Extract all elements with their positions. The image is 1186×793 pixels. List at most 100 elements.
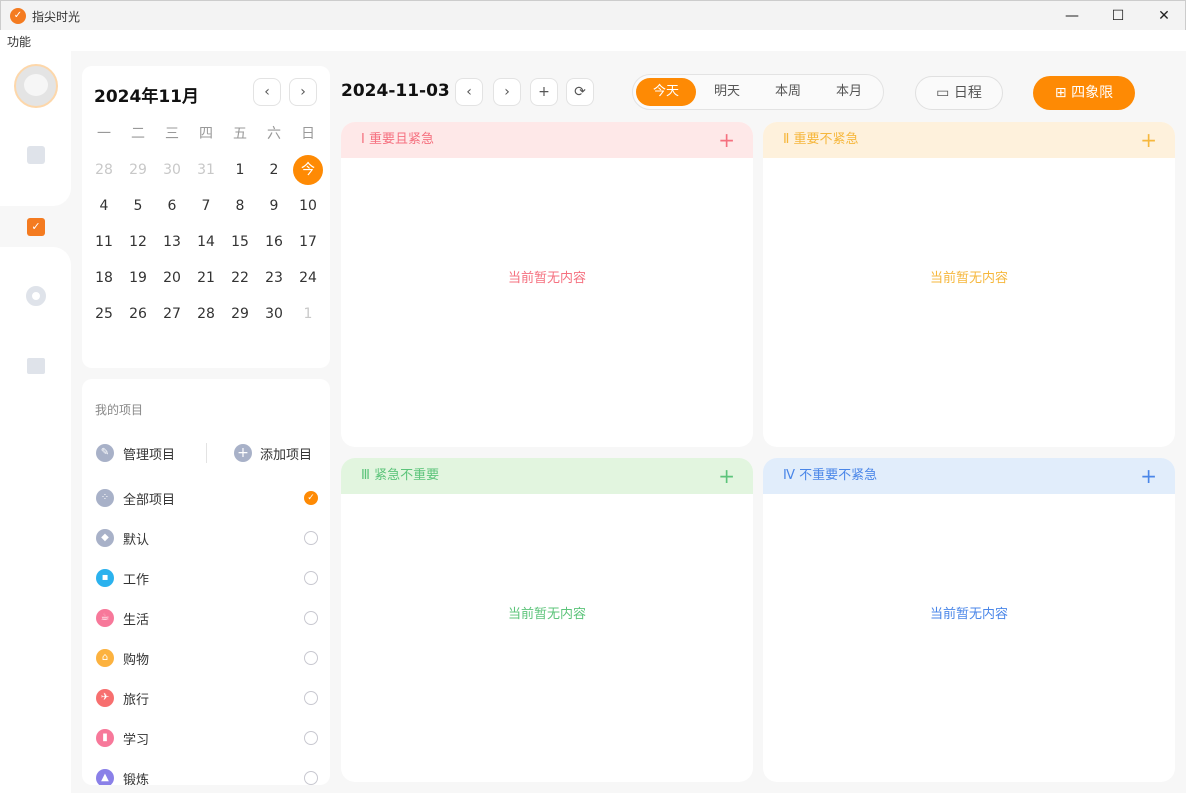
calendar-day[interactable]: 9 (259, 191, 289, 221)
calendar-day[interactable]: 12 (123, 227, 153, 257)
calendar-day[interactable]: 15 (225, 227, 255, 257)
project-icon: ▲ (96, 769, 114, 785)
projects-heading: 我的项目 (95, 403, 144, 417)
nav-bottom-panel (0, 247, 71, 793)
calendar-day[interactable]: 27 (157, 299, 187, 329)
calendar-next-button[interactable]: › (289, 78, 317, 106)
calendar-day[interactable]: 23 (259, 263, 289, 293)
quadrant-panel: Ⅲ 紧急不重要 + 当前暂无内容 (341, 458, 753, 782)
calendar-day[interactable]: 24 (293, 263, 323, 293)
quadrant-panel: Ⅳ 不重要不紧急 + 当前暂无内容 (763, 458, 1175, 782)
empty-message: 当前暂无内容 (929, 271, 1008, 286)
project-radio[interactable] (304, 571, 318, 585)
calendar-day[interactable]: 20 (157, 263, 187, 293)
quadrant-header: Ⅱ 重要不紧急 + (763, 122, 1175, 158)
calendar-day[interactable]: 26 (123, 299, 153, 329)
calendar-prev-button[interactable]: ‹ (253, 78, 281, 106)
calendar-day[interactable]: 17 (293, 227, 323, 257)
project-item[interactable]: ▪ 工作 (96, 566, 318, 590)
project-label: 默认 (123, 533, 150, 548)
range-tab[interactable]: 今天 (636, 78, 696, 106)
project-radio[interactable] (304, 651, 318, 665)
quadrant-title: Ⅳ 不重要不紧急 (783, 468, 878, 483)
add-task-plus-icon[interactable]: + (1140, 122, 1157, 158)
minimize-button[interactable]: — (1049, 1, 1095, 31)
project-radio[interactable] (304, 531, 318, 545)
weekday-label: 四 (199, 126, 213, 142)
calendar-day[interactable]: 22 (225, 263, 255, 293)
layout-icon[interactable] (27, 146, 45, 164)
calendar-day[interactable]: 16 (259, 227, 289, 257)
calendar-day[interactable]: 10 (293, 191, 323, 221)
weekday-label: 日 (301, 126, 315, 142)
current-date: 2024-11-03 (341, 81, 450, 101)
calendar-day[interactable]: 28 (191, 299, 221, 329)
calendar-day[interactable]: 4 (89, 191, 119, 221)
calendar-day[interactable]: 1 (225, 155, 255, 185)
calendar-day[interactable]: 30 (259, 299, 289, 329)
project-item[interactable]: ◆ 默认 (96, 526, 318, 550)
range-tab[interactable]: 本周 (758, 78, 818, 106)
calendar-day[interactable]: 8 (225, 191, 255, 221)
todo-check-icon[interactable]: ✓ (27, 218, 45, 236)
range-tab[interactable]: 本月 (819, 78, 879, 106)
project-item[interactable]: ✈ 旅行 (96, 686, 318, 710)
calendar-day[interactable]: 21 (191, 263, 221, 293)
calendar-day[interactable]: 今 (293, 155, 323, 185)
quadrant-panel: Ⅱ 重要不紧急 + 当前暂无内容 (763, 122, 1175, 447)
add-task-plus-icon[interactable]: + (718, 458, 735, 494)
project-icon: ⌂ (96, 649, 114, 667)
quadrant-header: Ⅰ 重要且紧急 + (341, 122, 753, 158)
maximize-button[interactable]: ☐ (1095, 1, 1141, 31)
add-task-button[interactable]: + (530, 78, 558, 106)
add-project-label: 添加项目 (260, 448, 313, 463)
project-radio[interactable] (304, 611, 318, 625)
calendar-day[interactable]: 1 (293, 299, 323, 329)
calendar-day[interactable]: 31 (191, 155, 221, 185)
project-radio[interactable] (304, 691, 318, 705)
project-item[interactable]: ☕ 生活 (96, 606, 318, 630)
avatar[interactable] (14, 64, 58, 108)
project-item[interactable]: ▮ 学习 (96, 726, 318, 750)
menu-function[interactable]: 功能 (7, 35, 31, 49)
project-radio[interactable] (304, 731, 318, 745)
calendar-day[interactable]: 14 (191, 227, 221, 257)
add-task-plus-icon[interactable]: + (718, 122, 735, 158)
calendar-day[interactable]: 19 (123, 263, 153, 293)
project-item[interactable]: ⌂ 购物 (96, 646, 318, 670)
refresh-button[interactable]: ⟳ (566, 78, 594, 106)
focus-icon[interactable] (26, 286, 46, 306)
range-tab[interactable]: 明天 (697, 78, 757, 106)
calendar-day[interactable]: 2 (259, 155, 289, 185)
calendar-day[interactable]: 13 (157, 227, 187, 257)
calendar-day[interactable]: 28 (89, 155, 119, 185)
empty-message: 当前暂无内容 (507, 607, 586, 622)
calendar-day[interactable]: 7 (191, 191, 221, 221)
calendar-day[interactable]: 18 (89, 263, 119, 293)
manage-projects-label: 管理项目 (123, 448, 176, 463)
calendar-day[interactable]: 29 (225, 299, 255, 329)
calendar-day[interactable]: 30 (157, 155, 187, 185)
calendar-nav-icon[interactable] (27, 358, 45, 374)
calendar-day[interactable]: 5 (123, 191, 153, 221)
project-item[interactable]: ▲ 锻炼 (96, 766, 318, 785)
prev-day-button[interactable]: ‹ (455, 78, 483, 106)
weekday-label: 二 (131, 126, 145, 142)
quadrant-label: 四象限 (1071, 85, 1114, 101)
calendar-day[interactable]: 6 (157, 191, 187, 221)
manage-projects-button[interactable]: ✎ 管理项目 (96, 441, 196, 465)
project-label: 购物 (123, 653, 150, 668)
calendar-day[interactable]: 29 (123, 155, 153, 185)
calendar-day[interactable]: 25 (89, 299, 119, 329)
add-task-plus-icon[interactable]: + (1140, 458, 1157, 494)
add-project-button[interactable]: + 添加项目 (234, 441, 324, 465)
schedule-view-button[interactable]: ▭ 日程 (915, 76, 1003, 110)
close-button[interactable]: ✕ (1141, 1, 1186, 31)
calendar-day[interactable]: 11 (89, 227, 119, 257)
avatar-face-icon (24, 74, 48, 96)
project-radio[interactable]: ✓ (304, 491, 318, 505)
project-item[interactable]: ⁘ 全部项目 ✓ (96, 486, 318, 510)
project-radio[interactable] (304, 771, 318, 785)
quadrant-view-button[interactable]: ⊞ 四象限 (1033, 76, 1135, 110)
next-day-button[interactable]: › (493, 78, 521, 106)
